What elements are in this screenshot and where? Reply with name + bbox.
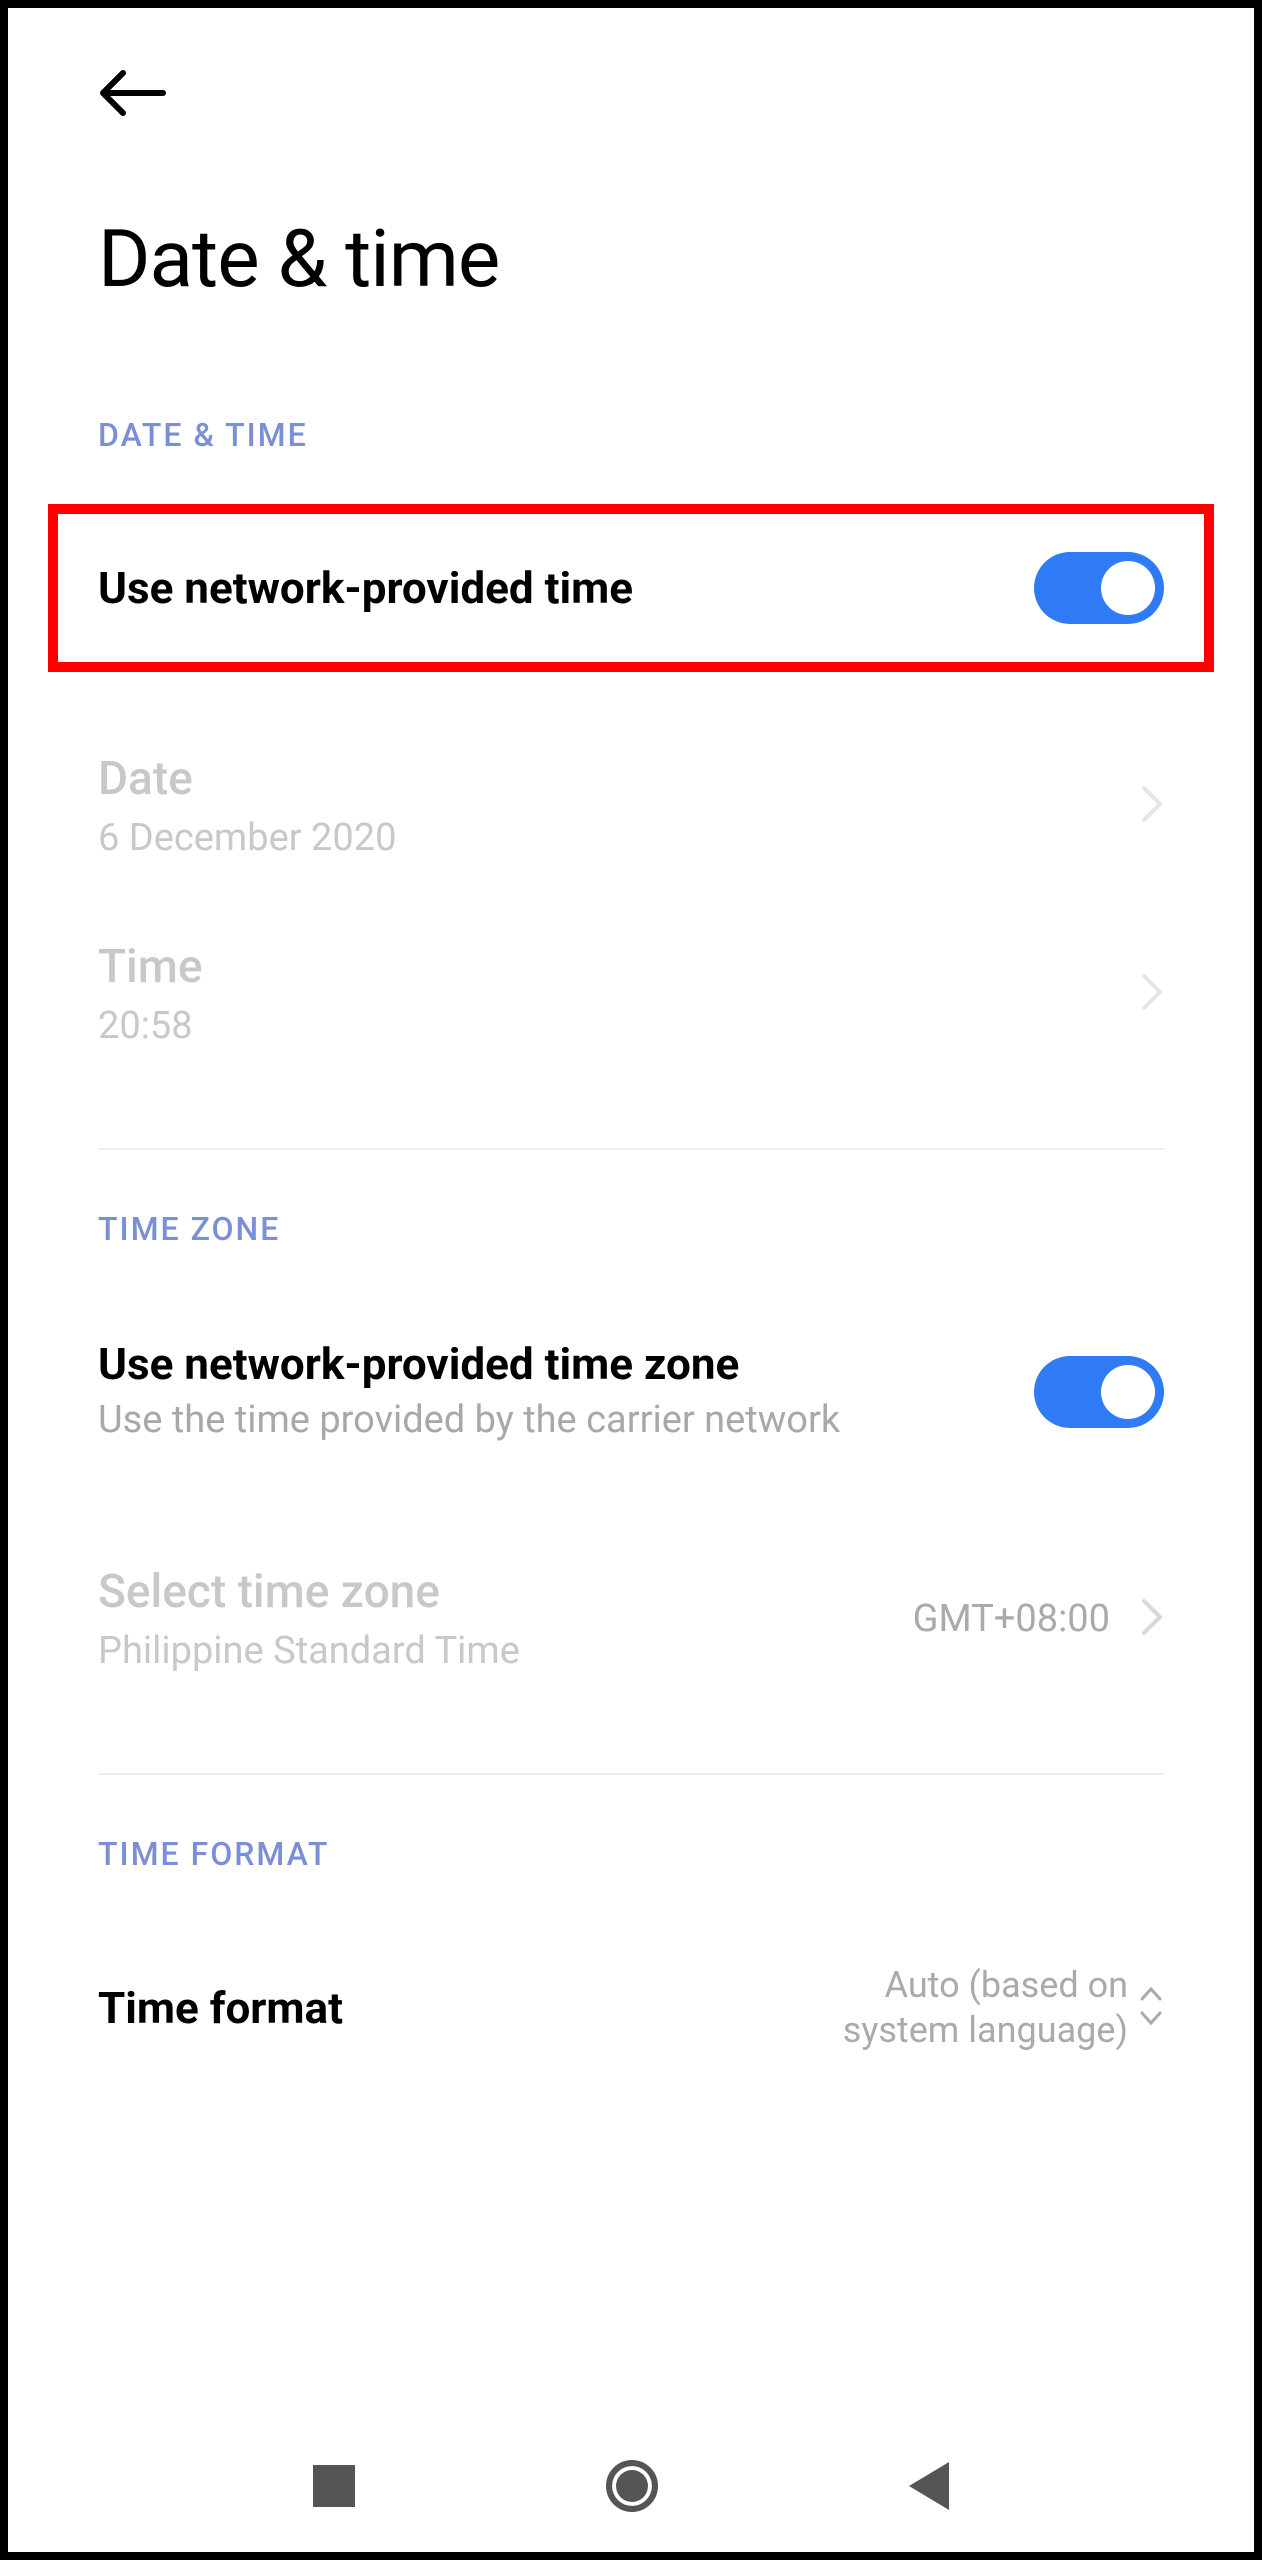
time-label: Time <box>98 940 1120 994</box>
network-time-toggle[interactable] <box>1034 552 1164 624</box>
section-header-datetime: DATE & TIME <box>98 416 1164 454</box>
time-value: 20:58 <box>98 1004 1120 1048</box>
time-format-row[interactable]: Time format Auto (based on system langua… <box>98 1923 1164 2093</box>
network-timezone-row[interactable]: Use network-provided time zone Use the t… <box>98 1298 1164 1485</box>
divider <box>98 1148 1164 1150</box>
back-button[interactable] <box>98 68 1164 122</box>
chevron-right-icon <box>1140 784 1164 828</box>
select-timezone-desc: Philippine Standard Time <box>98 1629 913 1673</box>
chevron-right-icon <box>1140 1597 1164 1641</box>
toggle-knob <box>1101 1365 1155 1419</box>
home-button[interactable] <box>606 2460 658 2512</box>
updown-icon <box>1138 1983 1164 2033</box>
recents-button[interactable] <box>313 2465 355 2507</box>
date-row: Date 6 December 2020 <box>98 712 1164 900</box>
network-timezone-toggle[interactable] <box>1034 1356 1164 1428</box>
network-timezone-desc: Use the time provided by the carrier net… <box>98 1396 1034 1445</box>
time-format-value: Auto (based on system language) <box>788 1963 1128 2053</box>
toggle-knob <box>1101 561 1155 615</box>
select-timezone-row: Select time zone Philippine Standard Tim… <box>98 1525 1164 1713</box>
select-timezone-value: GMT+08:00 <box>913 1597 1110 1641</box>
network-time-label: Use network-provided time <box>98 562 633 614</box>
select-timezone-label: Select time zone <box>98 1565 913 1619</box>
back-nav-button[interactable] <box>909 2462 949 2510</box>
time-row: Time 20:58 <box>98 900 1164 1088</box>
section-header-format: TIME FORMAT <box>98 1835 1164 1873</box>
network-time-row[interactable]: Use network-provided time <box>48 504 1214 672</box>
network-timezone-label: Use network-provided time zone <box>98 1338 1034 1390</box>
date-label: Date <box>98 752 1120 806</box>
back-arrow-icon <box>98 68 168 118</box>
chevron-right-icon <box>1140 972 1164 1016</box>
navigation-bar <box>8 2460 1254 2512</box>
date-value: 6 December 2020 <box>98 816 1120 860</box>
section-header-timezone: TIME ZONE <box>98 1210 1164 1248</box>
divider <box>98 1773 1164 1775</box>
page-title: Date & time <box>98 212 1164 306</box>
time-format-label: Time format <box>98 1982 343 2034</box>
